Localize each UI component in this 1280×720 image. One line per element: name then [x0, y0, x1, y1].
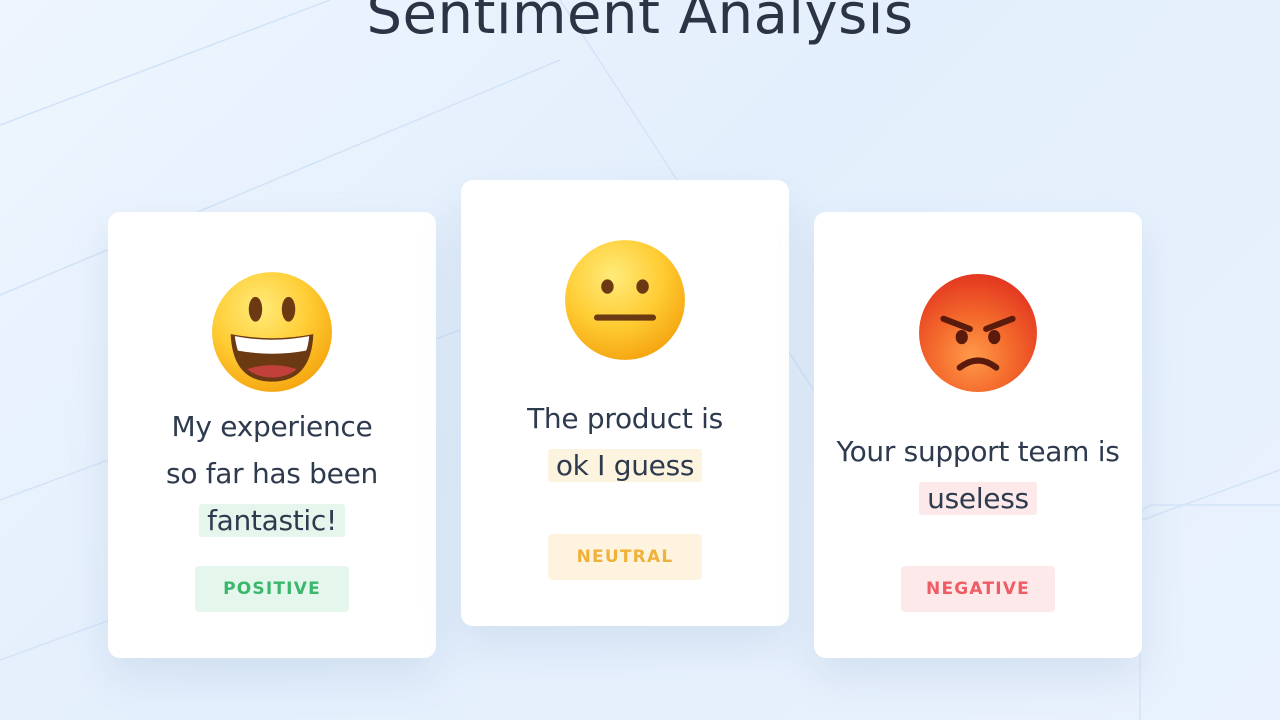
message-line: so far has been: [166, 457, 378, 490]
message-highlight-line: fantastic!: [108, 497, 436, 544]
message-highlight-line: useless: [814, 475, 1142, 522]
neutral-message: The product is ok I guess: [461, 395, 789, 489]
negative-sentiment-card: Your support team is useless NEGATIVE: [814, 212, 1142, 658]
neutral-badge: NEUTRAL: [548, 534, 702, 580]
grinning-face-icon: [212, 272, 332, 392]
message-line: My experience: [171, 410, 373, 443]
positive-sentiment-card: My experience so far has been fantastic!…: [108, 212, 436, 658]
message-line: Your support team is: [836, 435, 1120, 468]
neutral-face-icon: [565, 240, 685, 360]
positive-message: My experience so far has been fantastic!: [108, 403, 436, 544]
highlighted-phrase: fantastic!: [199, 504, 345, 537]
highlighted-phrase: useless: [919, 482, 1037, 515]
angry-face-icon: [919, 274, 1037, 392]
message-highlight-line: ok I guess: [461, 442, 789, 489]
positive-badge: POSITIVE: [195, 566, 349, 612]
negative-badge: NEGATIVE: [901, 566, 1055, 612]
negative-message: Your support team is useless: [814, 428, 1142, 522]
neutral-sentiment-card: The product is ok I guess NEUTRAL: [461, 180, 789, 626]
message-line: The product is: [527, 402, 723, 435]
highlighted-phrase: ok I guess: [547, 449, 703, 482]
page-title: Sentiment Analysis: [366, 0, 914, 47]
